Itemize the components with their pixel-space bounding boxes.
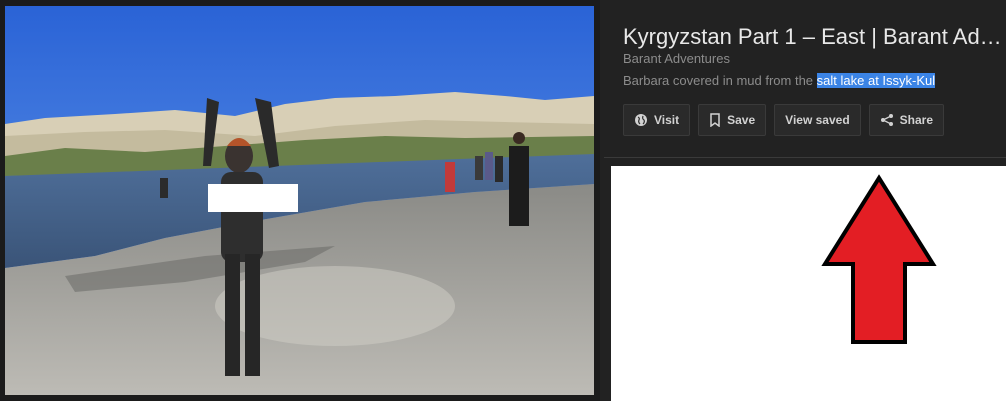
- share-icon: [880, 114, 893, 126]
- panel-divider: [604, 157, 1006, 158]
- image-caption: Barbara covered in mud from the salt lak…: [623, 73, 936, 88]
- preview-photo[interactable]: [5, 6, 594, 395]
- save-button[interactable]: Save: [698, 104, 767, 136]
- save-label: Save: [727, 113, 756, 127]
- image-preview-frame: [0, 0, 600, 401]
- blank-area: [611, 166, 1006, 401]
- action-bar: Visit Save View saved Share: [623, 104, 945, 136]
- visit-button[interactable]: Visit: [623, 104, 691, 136]
- view-saved-button[interactable]: View saved: [774, 104, 861, 136]
- source-site[interactable]: Barant Adventures: [623, 51, 730, 66]
- bookmark-icon: [710, 113, 720, 127]
- mud-lake-photo: [5, 6, 594, 395]
- image-detail-panel: Kyrgyzstan Part 1 – East | Barant Ad… Ba…: [604, 0, 1006, 158]
- visit-label: Visit: [654, 113, 680, 127]
- caption-text: Barbara covered in mud from the: [623, 73, 817, 88]
- page-title[interactable]: Kyrgyzstan Part 1 – East | Barant Ad…: [623, 24, 1003, 50]
- globe-icon: [635, 114, 647, 126]
- highlighted-text: salt lake at Issyk-Kul: [816, 73, 936, 88]
- red-up-arrow-icon: [821, 174, 937, 344]
- share-label: Share: [899, 113, 934, 127]
- view-saved-label: View saved: [785, 113, 850, 127]
- share-button[interactable]: Share: [868, 104, 945, 136]
